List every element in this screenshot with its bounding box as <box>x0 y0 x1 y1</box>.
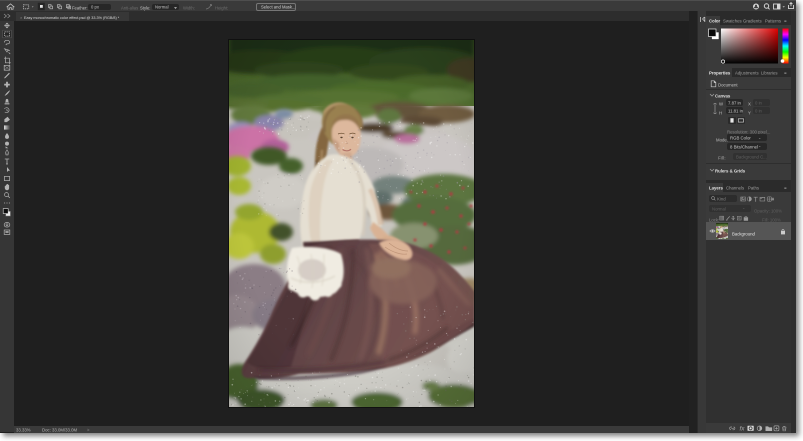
svg-text:fx: fx <box>740 426 746 433</box>
